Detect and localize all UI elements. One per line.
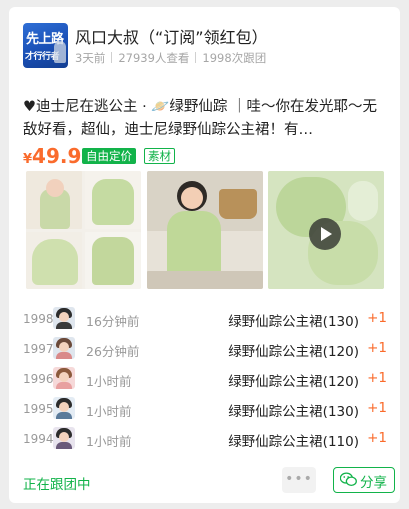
free-pricing-tag: 自由定价 [82,148,136,164]
order-time: 1小时前 [86,404,132,419]
order-number: 1994 [23,432,54,446]
order-row[interactable]: 1995 1小时前 绿野仙踪公主裙(130) +1 [23,394,387,424]
order-number: 1995 [23,402,54,416]
meta-divider [111,52,113,63]
buyer-avatar [53,397,75,419]
order-product: 绿野仙踪公主裙(120) [228,374,359,390]
post-meta: 3天前 27939人查看 1998次跟团 [75,50,266,66]
material-tag[interactable]: 素材 [144,148,175,164]
price-currency: ¥ [23,152,33,167]
order-time: 1小时前 [86,434,132,449]
more-button[interactable]: ••• [282,467,316,493]
shop-avatar[interactable]: 先上路 才行行者 [23,23,68,68]
order-time: 1小时前 [86,374,132,389]
group-buy-card[interactable]: 先上路 才行行者 风口大叔（“订阅”领红包） 3天前 27939人查看 1998次跟… [9,7,400,503]
buyer-avatar [53,337,75,359]
order-row[interactable]: 1998 16分钟前 绿野仙踪公主裙(130) +1 [23,304,387,334]
order-time: 16分钟前 [86,314,140,329]
group-status: 正在跟团中 [23,477,91,493]
meta-divider [195,52,197,63]
order-product: 绿野仙踪公主裙(130) [228,314,359,330]
order-quantity: +1 [367,400,387,416]
share-label: 分享 [360,475,387,491]
order-quantity: +1 [367,310,387,326]
order-product: 绿野仙踪公主裙(110) [228,434,359,450]
order-number: 1998 [23,312,54,326]
avatar-person-figure [54,41,66,63]
order-list: 1998 16分钟前 绿野仙踪公主裙(130) +1 1997 26分钟前 绿野… [23,304,387,454]
share-button[interactable]: 分享 [333,467,395,493]
order-row[interactable]: 1997 26分钟前 绿野仙踪公主裙(120) +1 [23,334,387,364]
product-image-collage[interactable] [26,171,141,289]
post-title[interactable]: ♥迪士尼在逃公主 · 🪐绿野仙踪 ｜哇～你在发光耶～无敌好看，超仙，迪士尼绿野仙… [23,96,379,142]
price-value: 49.9 [32,144,82,168]
order-quantity: +1 [367,370,387,386]
price: ¥49.9 [23,144,81,168]
shop-name[interactable]: 风口大叔（“订阅”领红包） [75,24,268,48]
order-product: 绿野仙踪公主裙(120) [228,344,359,360]
order-number: 1996 [23,372,54,386]
order-number: 1997 [23,342,54,356]
order-quantity: +1 [367,340,387,356]
post-time: 3天前 [75,51,106,65]
follow-count: 1998次跟团 [202,51,267,65]
buyer-avatar [53,367,75,389]
order-quantity: +1 [367,430,387,446]
play-icon[interactable] [309,218,341,250]
buyer-avatar [53,307,75,329]
view-count: 27939人查看 [118,51,190,65]
wechat-icon [340,472,357,487]
order-row[interactable]: 1994 1小时前 绿野仙踪公主裙(110) +1 [23,424,387,454]
product-image-model[interactable] [147,171,263,289]
image-gallery [26,171,384,289]
order-product: 绿野仙踪公主裙(130) [228,404,359,420]
buyer-avatar [53,427,75,449]
order-time: 26分钟前 [86,344,140,359]
post-header: 先上路 才行行者 风口大叔（“订阅”领红包） 3天前 27939人查看 1998次跟… [23,23,383,69]
product-video-thumbnail[interactable] [268,171,384,289]
order-row[interactable]: 1996 1小时前 绿野仙踪公主裙(120) +1 [23,364,387,394]
card-footer: 正在跟团中 ••• 分享 [23,467,395,495]
